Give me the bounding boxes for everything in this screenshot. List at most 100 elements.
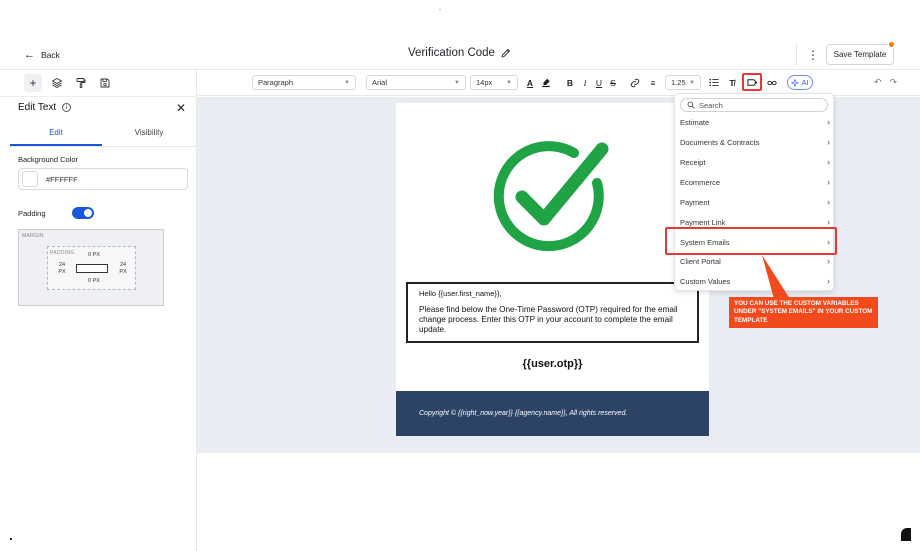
- strikethrough-button[interactable]: S: [607, 76, 619, 89]
- tabs-divider: [10, 146, 196, 147]
- font-family-select[interactable]: Arial ▼: [366, 75, 466, 90]
- background-color-field[interactable]: #FFFFFF: [18, 168, 188, 190]
- selected-text-block[interactable]: Hello {{user.first_name}}, Please find b…: [406, 282, 699, 343]
- content-box: [76, 264, 108, 273]
- dropdown-item-label: Ecommerce: [680, 177, 721, 187]
- panel-title: Edit Text: [18, 102, 57, 113]
- highlight-button[interactable]: [540, 76, 552, 89]
- padding-toggle[interactable]: [72, 207, 94, 219]
- dropdown-item-label: Custom Values: [680, 276, 731, 286]
- otp-placeholder[interactable]: {{user.otp}}: [396, 358, 709, 370]
- padding-left-unit: PX: [58, 269, 66, 275]
- list-button[interactable]: [708, 76, 720, 89]
- paint-roller-icon: [76, 78, 86, 88]
- ai-assist-button[interactable]: AI: [787, 75, 813, 90]
- padding-left-value: 24: [58, 262, 66, 268]
- email-footer[interactable]: Copyright © {{right_now.year}} {{agency.…: [396, 391, 709, 436]
- background-color-label: Background Color: [18, 155, 79, 164]
- unsaved-indicator: [888, 41, 895, 48]
- chevron-down-icon: ▼: [344, 79, 350, 86]
- greeting-text: Hello {{user.first_name}},: [419, 289, 502, 298]
- chevron-right-icon: ›: [827, 157, 830, 167]
- email-preview: Hello {{user.first_name}}, Please find b…: [396, 103, 709, 436]
- unlink-icon: [767, 80, 777, 85]
- back-label: Back: [41, 50, 60, 60]
- padding-right-value: 24: [119, 262, 127, 268]
- padding-bottom-value[interactable]: 0 PX: [84, 278, 104, 285]
- text-color-icon: A: [526, 77, 534, 88]
- padding-top-value[interactable]: 0 PX: [84, 252, 104, 259]
- merge-field-button[interactable]: [746, 76, 758, 89]
- highlighter-icon: [542, 78, 550, 88]
- left-toolbar-divider: [0, 96, 197, 97]
- info-icon[interactable]: i: [62, 103, 72, 112]
- chevron-down-icon: ▼: [454, 79, 460, 86]
- styles-button[interactable]: [72, 74, 90, 92]
- clear-format-button[interactable]: T̸: [726, 76, 738, 89]
- text-color-button[interactable]: A: [524, 76, 536, 89]
- corner-widget: [901, 528, 911, 541]
- undo-icon[interactable]: ↶: [874, 77, 882, 88]
- arrow-left-icon: ←: [24, 48, 35, 61]
- page-title: Verification Code: [408, 47, 495, 59]
- margin-label: MARGIN: [22, 233, 44, 239]
- underline-button[interactable]: U: [593, 76, 605, 89]
- spacing-editor: MARGIN PADDING 0 PX 0 PX 24 PX 24 PX: [18, 229, 164, 306]
- floppy-icon: [100, 78, 110, 88]
- bold-button[interactable]: B: [564, 76, 576, 89]
- block-type-value: Paragraph: [258, 78, 294, 87]
- sparkle-icon: [791, 78, 800, 87]
- pencil-icon[interactable]: [500, 47, 512, 59]
- template-title[interactable]: Verification Code: [380, 47, 540, 59]
- chevron-right-icon: ›: [827, 117, 830, 127]
- link-icon: [630, 78, 640, 87]
- list-icon: [709, 78, 719, 87]
- layers-button[interactable]: [48, 74, 66, 92]
- line-height-select[interactable]: 1.25 ▼: [665, 75, 701, 90]
- add-element-button[interactable]: +: [24, 74, 42, 92]
- close-icon[interactable]: ✕: [176, 101, 186, 115]
- dropdown-item-label: Payment: [680, 197, 710, 207]
- padding-label: Padding: [18, 209, 46, 218]
- align-button[interactable]: ≡: [647, 76, 659, 89]
- link-button[interactable]: [629, 76, 641, 89]
- line-height-value: 1.25: [671, 78, 686, 87]
- block-type-select[interactable]: Paragraph ▼: [252, 75, 356, 90]
- save-draft-button[interactable]: [96, 74, 114, 92]
- chevron-right-icon: ›: [827, 177, 830, 187]
- history-controls: ↶ ↷: [874, 77, 897, 88]
- panel-header: Edit Text i: [18, 102, 72, 113]
- dropdown-item-custom-values[interactable]: Custom Values ›: [680, 271, 830, 291]
- dropdown-search-input[interactable]: Search: [680, 98, 828, 112]
- more-options-icon[interactable]: ⋮: [806, 48, 820, 62]
- padding-box-label: PADDING: [50, 250, 75, 256]
- callout-text: YOU CAN USE THE CUSTOM VARIABLES UNDER "…: [734, 300, 873, 324]
- dropdown-item-payment[interactable]: Payment ›: [680, 192, 830, 212]
- search-icon: [687, 101, 695, 109]
- padding-right-control[interactable]: 24 PX: [115, 262, 131, 276]
- chevron-down-icon: ▼: [506, 79, 512, 86]
- tab-edit[interactable]: Edit: [10, 128, 102, 137]
- system-emails-highlight: [665, 227, 837, 255]
- redo-icon[interactable]: ↷: [890, 77, 898, 88]
- dropdown-item-estimate[interactable]: Estimate ›: [680, 112, 830, 132]
- unlink-button[interactable]: [766, 76, 778, 89]
- dropdown-item-label: Client Portal: [680, 256, 721, 266]
- padding-left-control[interactable]: 24 PX: [54, 262, 70, 276]
- checkmark-icon[interactable]: [492, 137, 614, 259]
- chevron-down-icon: ▼: [689, 79, 695, 86]
- chevron-right-icon: ›: [827, 197, 830, 207]
- dropdown-item-ecommerce[interactable]: Ecommerce ›: [680, 172, 830, 192]
- save-template-button[interactable]: Save Template: [826, 44, 894, 65]
- merge-field-icon: [746, 79, 757, 86]
- back-button[interactable]: ← Back: [24, 47, 60, 63]
- padding-box: PADDING 0 PX 0 PX 24 PX 24 PX: [47, 246, 136, 290]
- tab-visibility[interactable]: Visibility: [102, 128, 196, 137]
- layers-icon: [51, 77, 63, 89]
- footer-text: Copyright © {{right_now.year}} {{agency.…: [419, 410, 628, 417]
- dropdown-item-documents[interactable]: Documents & Contracts ›: [680, 132, 830, 152]
- font-size-select[interactable]: 14px ▼: [470, 75, 518, 90]
- italic-button[interactable]: I: [579, 76, 591, 89]
- color-swatch[interactable]: [22, 171, 38, 187]
- dropdown-item-receipt[interactable]: Receipt ›: [680, 152, 830, 172]
